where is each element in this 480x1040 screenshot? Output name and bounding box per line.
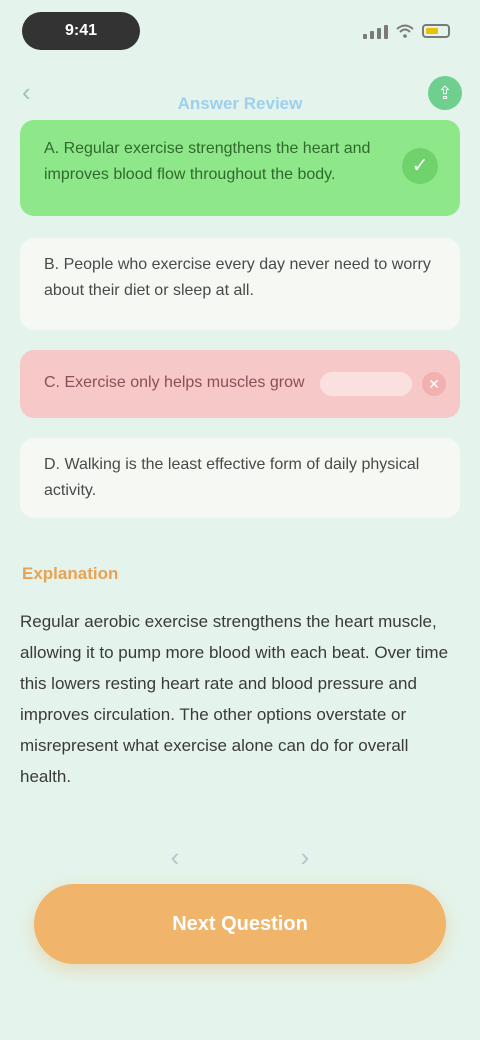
check-icon: ✓ xyxy=(402,148,438,184)
battery-level xyxy=(426,28,438,34)
next-question-button[interactable]: Next Question xyxy=(34,884,446,964)
option-text: D. Walking is the least effective form o… xyxy=(44,456,420,499)
status-time: 9:41 xyxy=(22,12,140,50)
option-card-correct[interactable]: A. Regular exercise strengthens the hear… xyxy=(20,120,460,216)
back-chevron-icon[interactable]: ‹ xyxy=(22,78,50,106)
option-text: B. People who exercise every day never n… xyxy=(44,256,431,299)
explanation-label: Explanation xyxy=(22,564,119,583)
chevron-left-icon[interactable]: ‹ xyxy=(160,842,190,872)
share-icon[interactable]: ⇪ xyxy=(428,76,462,110)
page-title: Answer Review xyxy=(177,94,303,113)
option-card-wrong[interactable]: C. Exercise only helps muscles grow ✕ xyxy=(20,350,460,418)
chevron-right-icon[interactable]: › xyxy=(290,842,320,872)
nav-bar: ‹ Answer Review ⇪ xyxy=(0,70,480,120)
pager: ‹ › xyxy=(0,838,480,874)
option-card[interactable]: D. Walking is the least effective form o… xyxy=(20,438,460,518)
option-text: C. Exercise only helps muscles grow xyxy=(44,374,305,391)
explanation-text: Regular aerobic exercise strengthens the… xyxy=(20,612,449,786)
wifi-icon xyxy=(396,24,414,38)
status-bar: 9:41 xyxy=(0,0,480,64)
wrong-badge xyxy=(320,372,412,396)
status-icons xyxy=(363,18,450,44)
signal-icon xyxy=(363,23,388,39)
option-card[interactable]: B. People who exercise every day never n… xyxy=(20,238,460,330)
option-text: A. Regular exercise strengthens the hear… xyxy=(44,140,371,183)
cross-icon: ✕ xyxy=(422,372,446,396)
battery-icon xyxy=(422,24,450,38)
